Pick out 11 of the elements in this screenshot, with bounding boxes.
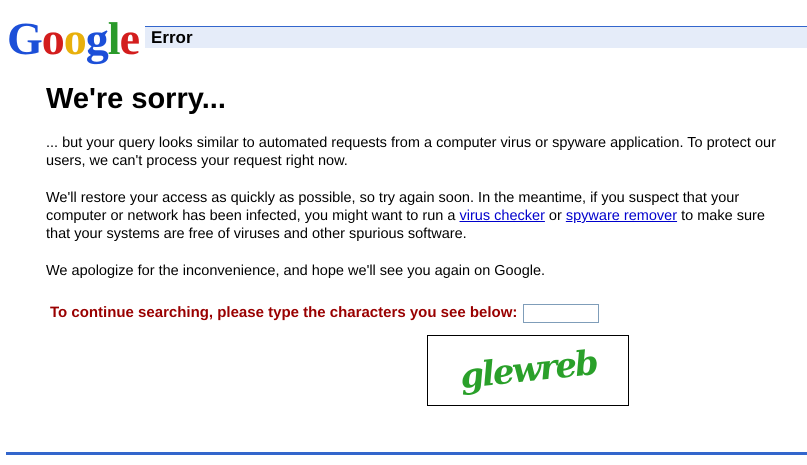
message-paragraph: We apologize for the inconvenience, and hope we'll see you again on Google. bbox=[46, 262, 546, 280]
captcha-image: glewreb bbox=[427, 334, 629, 406]
captcha-prompt: To continue searching, please type the characters you see below: bbox=[50, 303, 518, 323]
message-paragraph: We'll restore your access as quickly as possible, so try again soon. In the meantime, if you suspect that your computer or network has been infected, you might want to run a virus checker or spyware remover to make sure that your systems are free of viruses and other spurious software. bbox=[46, 189, 766, 243]
text-link[interactable]: virus checker bbox=[459, 208, 545, 224]
message-paragraph: ... but your query looks similar to automated requests from a computer virus or spyware application. To protect our users, we can't process your request right now. bbox=[46, 134, 777, 170]
header-title: Error bbox=[150, 26, 193, 49]
captcha-input[interactable] bbox=[523, 304, 600, 323]
page-heading: We're sorry... bbox=[46, 82, 227, 117]
text-link[interactable]: spyware remover bbox=[566, 208, 678, 224]
google-logo: Google bbox=[7, 14, 139, 64]
